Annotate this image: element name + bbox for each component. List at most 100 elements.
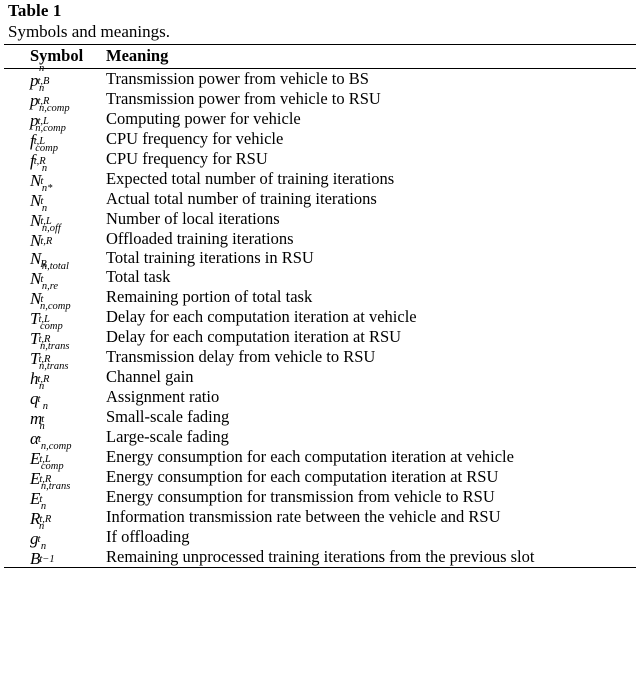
cell-meaning: Actual total number of training iteratio…: [102, 189, 636, 209]
symbol-superscript: n,total: [41, 260, 69, 272]
symbol-scripts: n t−1: [39, 541, 55, 567]
cell-meaning: Channel gain: [102, 367, 636, 387]
table-row: Tn,trans t,R Transmission delay from vehic…: [4, 341, 636, 367]
cell-meaning: Total training iterations in RSU: [102, 249, 636, 267]
meaning-text: Expected total number of training iterat…: [106, 169, 395, 188]
symbol-superscript: n: [39, 82, 45, 94]
table-row: Rn t,R Information transmission rate betwe…: [4, 501, 636, 527]
table-row: Bn t−1 Remaining unprocessed training iter…: [4, 541, 636, 568]
symbol-superscript: n: [42, 400, 49, 412]
column-header-meaning: Meaning: [102, 44, 636, 69]
table-row: Nn* t Actual total number of training iter…: [4, 183, 636, 209]
column-header-symbol: Symbol: [4, 44, 102, 69]
table-row: α n t Large-scale fading: [4, 421, 636, 447]
symbol-superscript: n: [39, 380, 45, 392]
table-row: Nn t Expected total number of training ite…: [4, 163, 636, 189]
table-row: Tcomp t,R Delay for each computation itera…: [4, 321, 636, 347]
symbol-scripts: n,off t,R: [40, 223, 60, 249]
symbol-math: h n,trans t,R: [30, 361, 68, 387]
meaning-text: Transmission delay from vehicle to RSU: [106, 347, 376, 366]
meaning-text: Offloaded training iterations: [106, 229, 294, 248]
symbol-superscript: n,trans: [39, 360, 69, 372]
cell-meaning: Total task: [102, 267, 636, 287]
meaning-text: Delay for each computation iteration at …: [106, 307, 417, 326]
cell-meaning: Offloaded training iterations: [102, 229, 636, 249]
table-row: f n,comp t,L CPU frequency for vehicle: [4, 123, 636, 149]
table-row: p n,comp t,L Computing power for vehicle: [4, 103, 636, 129]
cell-meaning: Small-scale fading: [102, 407, 636, 427]
cell-meaning: Transmission power from vehicle to RSU: [102, 89, 636, 109]
symbol-subscript: t−1: [39, 553, 55, 565]
meaning-text: CPU frequency for vehicle: [106, 129, 284, 148]
meaning-text: Energy consumption for each computation …: [106, 467, 499, 486]
cell-symbol: h n,trans t,R: [4, 361, 102, 387]
symbol-superscript: n: [41, 162, 48, 174]
cell-meaning: Energy consumption for each computation …: [102, 447, 636, 467]
cell-meaning: Large-scale fading: [102, 427, 636, 447]
cell-symbol: qnt: [4, 381, 102, 407]
meaning-text: Small-scale fading: [106, 407, 230, 426]
cell-meaning: Transmission delay from vehicle to RSU: [102, 347, 636, 367]
cell-meaning: Energy consumption for transmission from…: [102, 487, 636, 507]
cell-symbol: En,trans t: [4, 481, 102, 507]
symbol-superscript: comp: [35, 142, 58, 154]
symbol-superscript: n,comp: [35, 122, 66, 134]
meaning-text: Large-scale fading: [106, 427, 229, 446]
cell-meaning: If offloading: [102, 527, 636, 547]
symbols-table: Symbol Meaning p n t,B Transmission power f…: [4, 44, 636, 568]
table-row: Nn,total t Total task: [4, 261, 636, 287]
symbol-superscript: n: [40, 500, 47, 512]
table-row: Tn,comp t,L Delay for each computation ite…: [4, 301, 636, 327]
table-row: Nn,off t,R Offloaded training iterations: [4, 223, 636, 249]
cell-meaning: Transmission power from vehicle to BS: [102, 69, 636, 90]
table-row: m n t Small-scale fading: [4, 401, 636, 427]
meaning-text: CPU frequency for RSU: [106, 149, 268, 168]
table-row: En,comp t,L Energy consumption for each co…: [4, 441, 636, 467]
table-page: Table 1 Symbols and meanings. Symbol Mea…: [0, 0, 640, 693]
symbol-superscript: n: [41, 202, 48, 214]
symbol-superscript: n: [39, 420, 45, 432]
symbol-superscript: comp: [39, 320, 63, 332]
meaning-text: Remaining portion of total task: [106, 287, 313, 306]
cell-symbol: Nnt: [4, 163, 102, 189]
symbol-superscript: n,trans: [40, 480, 71, 492]
cell-meaning: Assignment ratio: [102, 387, 636, 407]
symbol-math: Bn t−1: [30, 541, 56, 567]
symbol-subscript: t,R: [40, 235, 53, 247]
table-row: f comp t,R CPU frequency for RSU: [4, 143, 636, 169]
table-row: Nn,re t Remaining portion of total task: [4, 281, 636, 307]
cell-meaning: Computing power for vehicle: [102, 109, 636, 129]
symbol-superscript: n,re: [41, 280, 59, 292]
table-row: N R Total training iterations in RSU: [4, 249, 636, 270]
meaning-text: Transmission power from vehicle to BS: [106, 69, 369, 88]
meaning-text: Energy consumption for each computation …: [106, 447, 514, 466]
symbol-math: qnt: [30, 381, 44, 407]
table-row: q n t Assignment ratio: [4, 381, 636, 407]
cell-meaning: Remaining portion of total task: [102, 287, 636, 307]
table-row: En,trans t Energy consumption for transmis…: [4, 481, 636, 507]
table-row: g n t If offloading: [4, 521, 636, 547]
table-number-label: Table 1: [8, 1, 62, 20]
symbol-superscript: comp: [40, 460, 64, 472]
meaning-text: If offloading: [106, 527, 190, 546]
cell-symbol: p n t,B: [4, 63, 102, 89]
meaning-text: Information transmission rate between th…: [106, 507, 501, 526]
symbol-superscript: n: [39, 62, 45, 74]
table-row: p n t,B Transmission power from vehicle to …: [4, 63, 636, 90]
table-row: h n,trans t,R Channel gain: [4, 361, 636, 387]
cell-meaning: Delay for each computation iteration at …: [102, 327, 636, 347]
cell-symbol: mnt: [4, 401, 102, 427]
table-row: Ecomp t,R Energy consumption for each comp…: [4, 461, 636, 487]
meaning-text: Assignment ratio: [106, 387, 220, 406]
table-caption: Symbols and meanings.: [8, 22, 170, 41]
table-row: p n t,R Transmission power from vehicle to …: [4, 83, 636, 109]
symbol-math: Nn,off t,R: [30, 223, 61, 249]
meaning-text: Total task: [106, 267, 171, 286]
cell-meaning: Information transmission rate between th…: [102, 507, 636, 527]
cell-meaning: CPU frequency for vehicle: [102, 129, 636, 149]
table-row: Nn t,L Number of local iterations: [4, 203, 636, 229]
cell-meaning: Energy consumption for each computation …: [102, 467, 636, 487]
meaning-text: Total training iterations in RSU: [106, 248, 314, 267]
cell-meaning: Delay for each computation iteration at …: [102, 307, 636, 327]
cell-meaning: CPU frequency for RSU: [102, 149, 636, 169]
